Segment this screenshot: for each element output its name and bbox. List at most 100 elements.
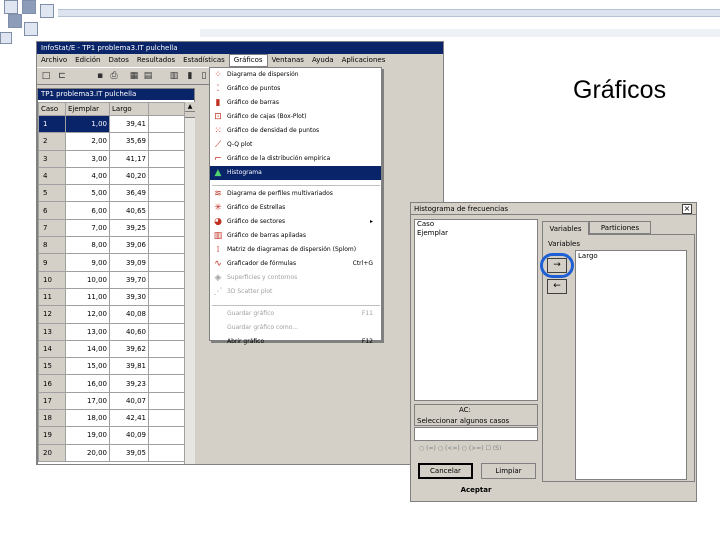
cell-empty[interactable] [148,357,187,376]
cell-ejemplar[interactable]: 5,00 [65,184,110,203]
cell-empty[interactable] [148,184,187,203]
row-header[interactable]: 11 [38,287,66,307]
row-header[interactable]: 7 [38,218,66,238]
menu-resultados[interactable]: Resultados [133,54,179,67]
cell-ejemplar[interactable]: 13,00 [65,322,110,341]
menu-aplicaciones[interactable]: Aplicaciones [338,54,390,67]
new-file-icon[interactable]: □ [41,71,51,82]
cell-largo[interactable]: 39,09 [109,253,149,272]
cell-ejemplar[interactable]: 15,00 [65,357,110,376]
cell-empty[interactable] [148,253,187,272]
table-row[interactable]: 11 11,00 39,30 [38,287,187,307]
table-row[interactable]: 14 14,00 39,62 [38,339,187,359]
cell-empty[interactable] [148,426,187,445]
cell-largo[interactable]: 39,23 [109,374,149,393]
table-row[interactable]: 15 15,00 39,81 [38,357,187,376]
cell-ejemplar[interactable]: 20,00 [65,443,110,462]
menu-item-histogram[interactable]: ▲ Histograma [210,166,381,180]
menu-item-density[interactable]: ⁙ Gráfico de densidad de puntos [210,124,381,138]
radio-icon[interactable]: ○ [419,445,424,452]
row-header[interactable]: 20 [38,443,66,462]
cell-ejemplar[interactable]: 11,00 [65,287,110,307]
list-item[interactable]: Largo [576,251,686,261]
table-row[interactable]: 6 6,00 40,65 [38,201,187,220]
menu-item-matrix[interactable]: ⁞ Matriz de diagramas de dispersión (Splo… [210,243,381,257]
row-header[interactable]: 4 [38,166,66,186]
cell-ejemplar[interactable]: 4,00 [65,166,110,186]
table-row[interactable]: 18 18,00 42,41 [38,409,187,428]
menu-item-formula[interactable]: ∿ Graficador de fórmulas Ctrl+G [210,257,381,271]
close-icon[interactable]: × [682,204,692,214]
cell-largo[interactable]: 40,09 [109,426,149,445]
list-item[interactable]: Ejemplar [415,229,537,238]
cell-largo[interactable]: 35,69 [109,132,149,151]
cell-largo[interactable]: 39,62 [109,339,149,359]
cell-largo[interactable]: 36,49 [109,184,149,203]
table-row[interactable]: 5 5,00 36,49 [38,184,187,203]
table-row[interactable]: 9 9,00 39,09 [38,253,187,272]
menu-item-item-18[interactable]: Abrir gráfico F12 [210,335,381,349]
cell-largo[interactable]: 40,08 [109,305,149,324]
cell-ejemplar[interactable]: 7,00 [65,218,110,238]
cell-largo[interactable]: 40,07 [109,391,149,411]
tab-variables[interactable]: Variables [542,221,589,235]
cell-empty[interactable] [148,322,187,341]
save-icon[interactable]: ▪ [95,71,105,82]
chart-icon[interactable]: ▮ [185,71,195,82]
stats-icon[interactable]: ▥ [169,71,179,82]
vertical-scrollbar[interactable]: ▲ [184,102,195,464]
scroll-up-icon[interactable]: ▲ [185,102,195,112]
menu-archivo[interactable]: Archivo [37,54,71,67]
cell-ejemplar[interactable]: 19,00 [65,426,110,445]
row-header[interactable]: 2 [38,132,66,151]
row-header[interactable]: 17 [38,391,66,411]
cell-ejemplar[interactable]: 16,00 [65,374,110,393]
row-header[interactable]: 19 [38,426,66,445]
col-header-caso[interactable]: Caso [38,102,66,116]
cell-ejemplar[interactable]: 17,00 [65,391,110,411]
cell-ejemplar[interactable]: 10,00 [65,270,110,289]
clear-button[interactable]: Limpiar [481,463,536,479]
open-file-icon[interactable]: ⊏ [57,71,67,82]
table-row[interactable]: 12 12,00 40,08 [38,305,187,324]
menu-ventanas[interactable]: Ventanas [268,54,308,67]
table-row[interactable]: 7 7,00 39,25 [38,218,187,238]
results-icon[interactable]: ▤ [143,71,153,82]
cell-empty[interactable] [148,218,187,238]
row-header[interactable]: 1 [38,114,66,134]
cell-ejemplar[interactable]: 6,00 [65,201,110,220]
print-icon[interactable]: ⎙ [109,71,119,82]
row-header[interactable]: 16 [38,374,66,393]
radio-icon[interactable]: ○ [462,445,467,452]
select-cases-input[interactable] [414,427,538,441]
table-row[interactable]: 3 3,00 41,17 [38,149,187,168]
col-header-largo[interactable]: Largo [109,102,149,116]
row-header[interactable]: 8 [38,236,66,255]
cell-empty[interactable] [148,201,187,220]
remove-variable-button[interactable]: ← [547,279,567,294]
cell-largo[interactable]: 39,25 [109,218,149,238]
table-row[interactable]: 8 8,00 39,06 [38,236,187,255]
cell-empty[interactable] [148,236,187,255]
menu-ayuda[interactable]: Ayuda [308,54,338,67]
menu-edicion[interactable]: Edición [71,54,104,67]
row-header[interactable]: 15 [38,357,66,376]
row-header[interactable]: 14 [38,339,66,359]
table-row[interactable]: 16 16,00 39,23 [38,374,187,393]
cell-largo[interactable]: 39,06 [109,236,149,255]
cell-ejemplar[interactable]: 2,00 [65,132,110,151]
cell-largo[interactable]: 39,05 [109,443,149,462]
row-header[interactable]: 3 [38,149,66,168]
row-header[interactable]: 13 [38,322,66,341]
row-header[interactable]: 18 [38,409,66,428]
menu-item-box-plot[interactable]: ⊡ Gráfico de cajas (Box-Plot) [210,110,381,124]
cell-largo[interactable]: 39,81 [109,357,149,376]
menu-item-star[interactable]: ✳ Gráfico de Estrellas [210,201,381,215]
table-row[interactable]: 13 13,00 40,60 [38,322,187,341]
row-header[interactable]: 12 [38,305,66,324]
cell-ejemplar[interactable]: 12,00 [65,305,110,324]
table-row[interactable]: 1 1,00 39,41 [38,114,187,134]
cell-largo[interactable]: 41,17 [109,149,149,168]
cell-largo[interactable]: 42,41 [109,409,149,428]
cell-largo[interactable]: 40,60 [109,322,149,341]
